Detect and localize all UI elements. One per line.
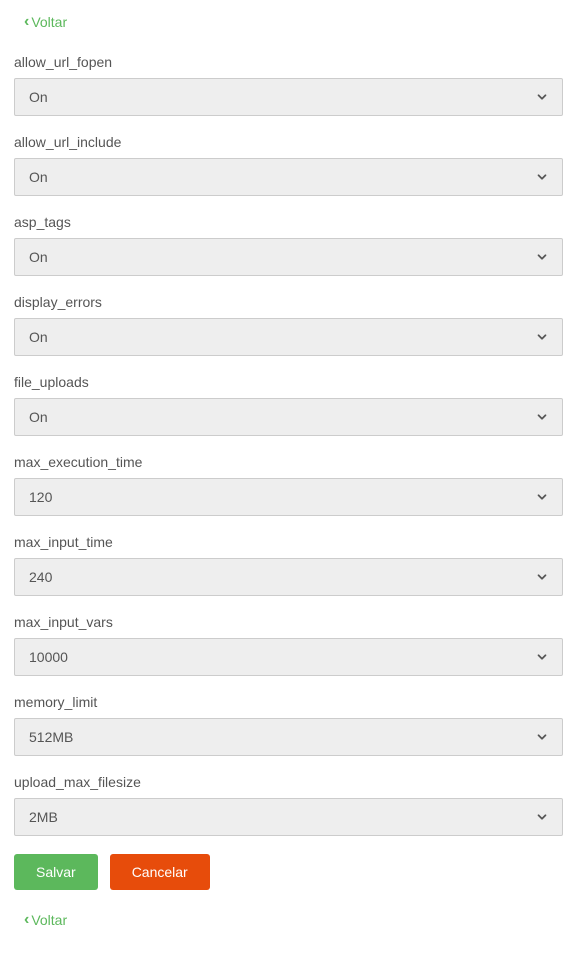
select-wrap: 120 — [14, 478, 563, 516]
field-label: upload_max_filesize — [14, 774, 563, 790]
select-wrap: On — [14, 158, 563, 196]
select-wrap: 2MB — [14, 798, 563, 836]
field-display-errors: display_errors On — [14, 294, 563, 356]
select-max-execution-time[interactable]: 120 — [14, 478, 563, 516]
back-label: Voltar — [31, 912, 67, 928]
select-wrap: On — [14, 318, 563, 356]
field-upload-max-filesize: upload_max_filesize 2MB — [14, 774, 563, 836]
field-label: file_uploads — [14, 374, 563, 390]
field-label: max_input_vars — [14, 614, 563, 630]
cancel-button[interactable]: Cancelar — [110, 854, 210, 890]
select-wrap: On — [14, 398, 563, 436]
back-link-top[interactable]: ‹ Voltar — [24, 14, 563, 30]
field-file-uploads: file_uploads On — [14, 374, 563, 436]
back-link-bottom[interactable]: ‹ Voltar — [24, 912, 563, 928]
select-max-input-time[interactable]: 240 — [14, 558, 563, 596]
field-label: max_input_time — [14, 534, 563, 550]
chevron-left-icon: ‹ — [24, 912, 29, 928]
field-label: asp_tags — [14, 214, 563, 230]
button-row: Salvar Cancelar — [14, 854, 563, 890]
save-button[interactable]: Salvar — [14, 854, 98, 890]
field-label: max_execution_time — [14, 454, 563, 470]
select-wrap: 240 — [14, 558, 563, 596]
select-file-uploads[interactable]: On — [14, 398, 563, 436]
select-allow-url-include[interactable]: On — [14, 158, 563, 196]
back-label: Voltar — [31, 14, 67, 30]
field-label: allow_url_include — [14, 134, 563, 150]
select-max-input-vars[interactable]: 10000 — [14, 638, 563, 676]
select-wrap: On — [14, 78, 563, 116]
field-allow-url-fopen: allow_url_fopen On — [14, 54, 563, 116]
select-wrap: 512MB — [14, 718, 563, 756]
select-allow-url-fopen[interactable]: On — [14, 78, 563, 116]
field-max-execution-time: max_execution_time 120 — [14, 454, 563, 516]
select-memory-limit[interactable]: 512MB — [14, 718, 563, 756]
select-display-errors[interactable]: On — [14, 318, 563, 356]
field-max-input-time: max_input_time 240 — [14, 534, 563, 596]
field-label: display_errors — [14, 294, 563, 310]
field-asp-tags: asp_tags On — [14, 214, 563, 276]
select-wrap: On — [14, 238, 563, 276]
field-max-input-vars: max_input_vars 10000 — [14, 614, 563, 676]
field-allow-url-include: allow_url_include On — [14, 134, 563, 196]
select-upload-max-filesize[interactable]: 2MB — [14, 798, 563, 836]
chevron-left-icon: ‹ — [24, 14, 29, 30]
field-label: memory_limit — [14, 694, 563, 710]
select-asp-tags[interactable]: On — [14, 238, 563, 276]
select-wrap: 10000 — [14, 638, 563, 676]
field-memory-limit: memory_limit 512MB — [14, 694, 563, 756]
field-label: allow_url_fopen — [14, 54, 563, 70]
